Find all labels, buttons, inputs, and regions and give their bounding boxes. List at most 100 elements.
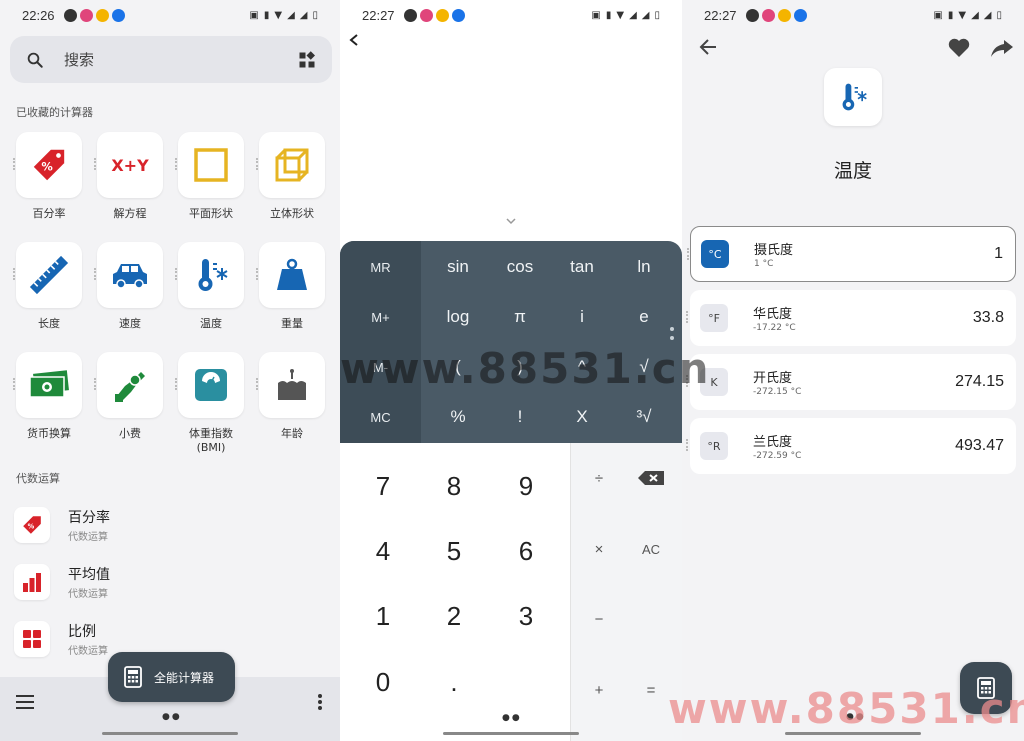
notification-icon — [745, 8, 759, 22]
unit-value-input[interactable]: 493.47 — [955, 437, 1004, 455]
key-x[interactable]: X — [551, 392, 613, 442]
key-tan[interactable]: tan — [551, 242, 613, 292]
backspace-icon — [638, 471, 664, 485]
favorite-label: 立体形状 — [270, 207, 314, 220]
key-8[interactable]: 8 — [418, 454, 490, 518]
backspace-button[interactable] — [623, 446, 679, 510]
temperature-converter-panel: 22:27 ▣ ▮ ▼ ◢ ◢ ▯ 温度 °C 摄氏度 1 °C 1 °F 华氏… — [682, 0, 1024, 741]
x-plus-y-icon: X+Y — [111, 156, 149, 175]
favorite-tile[interactable] — [175, 132, 244, 198]
key-multiply[interactable]: × — [571, 517, 627, 581]
key-percent[interactable]: % — [427, 392, 489, 442]
search-input[interactable]: 搜索 — [64, 49, 94, 70]
favorite-weight[interactable]: 重量 — [256, 242, 327, 331]
universal-calculator-button[interactable]: 全能计算器 — [108, 652, 235, 702]
favorite-tile[interactable] — [94, 352, 163, 418]
favorite-tile[interactable] — [256, 352, 325, 418]
key-e[interactable]: e — [613, 292, 675, 342]
vibrate-icon: ▮ — [947, 9, 954, 21]
unit-value-input[interactable]: 1 — [994, 245, 1003, 263]
wifi-icon: ▼ — [958, 9, 967, 21]
watermark-center: www.88531.cn — [340, 344, 711, 393]
favorite-age[interactable]: 年龄 — [256, 352, 327, 441]
widgets-icon[interactable] — [298, 50, 316, 69]
favorite-bmi[interactable]: 体重指数 (BMI) — [175, 352, 246, 455]
heart-icon[interactable] — [948, 38, 970, 58]
favorite-percent[interactable]: % 百分率 — [13, 132, 84, 221]
unit-row-fahrenheit[interactable]: °F 华氏度 -17.22 °C 33.8 — [686, 290, 1016, 346]
favorite-tile[interactable] — [94, 242, 163, 308]
signal-icon: ◢ — [299, 9, 308, 21]
operator-column: ÷ × AC − + = — [570, 443, 682, 741]
favorite-speed[interactable]: 速度 — [94, 242, 165, 331]
favorite-tip[interactable]: 小费 — [94, 352, 165, 441]
favorite-plane-shape[interactable]: 平面形状 — [175, 132, 246, 221]
unit-sub: -17.22 °C — [753, 323, 796, 333]
key-pi[interactable]: π — [489, 292, 551, 342]
unit-row-rankine[interactable]: °R 兰氏度 -272.59 °C 493.47 — [686, 418, 1016, 474]
key-mc[interactable]: MC — [340, 392, 421, 442]
more-vert-icon[interactable] — [316, 693, 324, 711]
favorite-solid-shape[interactable]: 立体形状 — [256, 132, 327, 221]
calculator-display[interactable] — [340, 30, 682, 241]
key-factorial[interactable]: ! — [489, 392, 551, 442]
favorite-tile[interactable] — [175, 352, 244, 418]
key-mr[interactable]: MR — [340, 242, 421, 292]
back-chevron-icon[interactable] — [348, 33, 360, 47]
key-i[interactable]: i — [551, 292, 613, 342]
favorite-tile[interactable] — [13, 352, 82, 418]
favorite-tile[interactable] — [256, 132, 325, 198]
key-3[interactable]: 3 — [490, 584, 562, 648]
key-0[interactable]: 0 — [347, 650, 419, 714]
key-minus[interactable]: − — [571, 587, 627, 651]
unit-row-kelvin[interactable]: K 开氏度 -272.15 °C 274.15 — [686, 354, 1016, 410]
unit-value-input[interactable]: 274.15 — [955, 373, 1004, 391]
favorite-tile[interactable] — [175, 242, 244, 308]
key-5[interactable]: 5 — [418, 519, 490, 583]
favorite-equation[interactable]: X+Y 解方程 — [94, 132, 165, 221]
favorite-length[interactable]: 长度 — [13, 242, 84, 331]
chevron-down-icon[interactable] — [505, 217, 517, 225]
key-log[interactable]: log — [427, 292, 489, 342]
favorite-tile[interactable] — [256, 242, 325, 308]
unit-value-input[interactable]: 33.8 — [973, 309, 1004, 327]
key-2[interactable]: 2 — [418, 584, 490, 648]
favorite-label: 解方程 — [113, 207, 147, 220]
key-7[interactable]: 7 — [347, 454, 419, 518]
favorite-tile[interactable] — [13, 242, 82, 308]
unit-name: 华氏度 — [753, 307, 793, 322]
weight-icon — [277, 258, 307, 290]
search-bar[interactable]: 搜索 — [10, 36, 332, 83]
key-ln[interactable]: ln — [613, 242, 675, 292]
share-arrow-icon[interactable] — [990, 38, 1014, 58]
back-arrow-icon[interactable] — [698, 38, 718, 56]
home-indicator[interactable] — [443, 732, 579, 735]
key-cos[interactable]: cos — [489, 242, 551, 292]
key-cube-root[interactable]: ³√ — [613, 392, 675, 442]
unit-badge: °R — [700, 432, 728, 460]
key-6[interactable]: 6 — [490, 519, 562, 583]
favorite-currency[interactable]: 货币换算 — [13, 352, 84, 441]
favorite-temperature[interactable]: 温度 — [175, 242, 246, 331]
list-item-average[interactable]: 平均值 代数运算 — [0, 553, 340, 610]
favorite-label: 年龄 — [281, 427, 303, 440]
key-m-plus[interactable]: M+ — [340, 292, 421, 342]
key-divide[interactable]: ÷ — [571, 446, 627, 510]
favorite-tile[interactable]: X+Y — [94, 132, 163, 198]
menu-icon[interactable] — [16, 694, 36, 710]
key-decimal[interactable]: . — [418, 650, 490, 714]
money-icon — [29, 370, 69, 398]
status-time: 22:27 — [362, 7, 395, 23]
key-sin[interactable]: sin — [427, 242, 489, 292]
key-4[interactable]: 4 — [347, 519, 419, 583]
list-item-percent[interactable]: % 百分率 代数运算 — [0, 496, 340, 553]
home-indicator[interactable] — [102, 732, 238, 735]
key-plus[interactable]: + — [571, 658, 627, 722]
notification-icon — [403, 8, 417, 22]
unit-row-celsius[interactable]: °C 摄氏度 1 °C 1 — [687, 226, 1016, 282]
key-clear[interactable]: AC — [623, 517, 679, 581]
key-1[interactable]: 1 — [347, 584, 419, 648]
key-9[interactable]: 9 — [490, 454, 562, 518]
favorite-tile[interactable]: % — [13, 132, 82, 198]
square-shape-icon — [194, 148, 228, 182]
